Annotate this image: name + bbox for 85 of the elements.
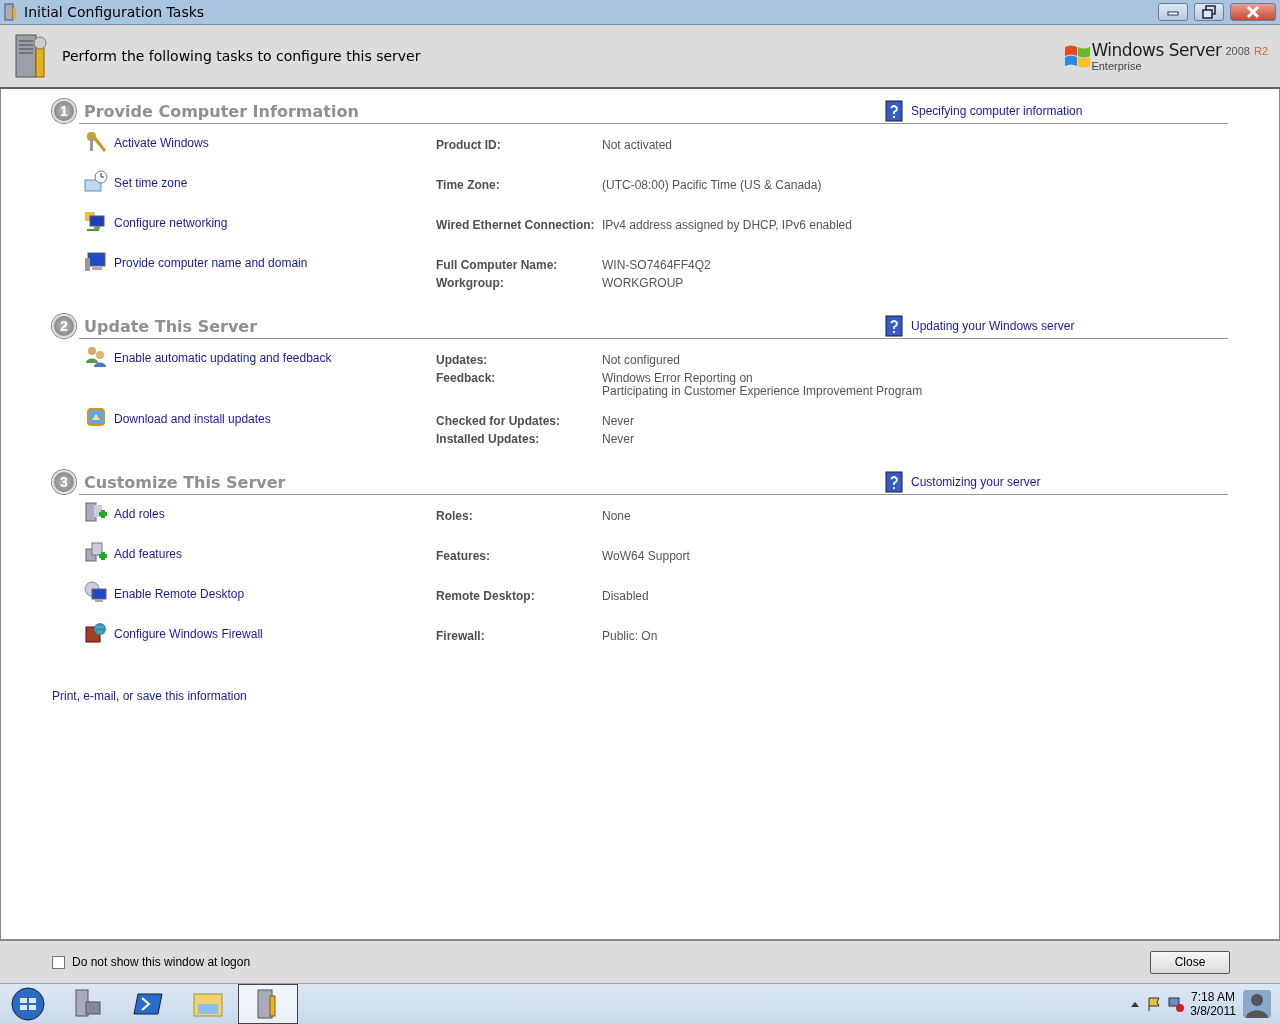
restore-button[interactable]	[1194, 3, 1224, 21]
info-label: Full Computer Name:	[436, 257, 559, 274]
flag-icon[interactable]	[1146, 996, 1163, 1012]
info-value: IPv4 address assigned by DHCP, IPv6 enabled	[602, 217, 853, 234]
task-link[interactable]: Provide computer name and domain	[114, 256, 308, 270]
restore-icon	[1202, 5, 1216, 19]
info-value: Not configured	[602, 352, 682, 369]
info-value: Not activated	[602, 137, 674, 154]
clock-icon	[84, 170, 108, 194]
firewall-icon	[84, 621, 108, 645]
info-value: WORKGROUP	[602, 275, 685, 292]
print-link[interactable]: Print, e-mail, or save this information	[52, 689, 247, 703]
task-link[interactable]: Set time zone	[114, 176, 188, 190]
task-link[interactable]: Add features	[114, 547, 183, 561]
window-title: Initial Configuration Tasks	[24, 4, 206, 20]
section-title: Provide Computer Information	[84, 101, 360, 121]
info-label: Remote Desktop:	[436, 588, 536, 605]
info-label: Roles:	[436, 508, 474, 525]
remote-icon	[84, 581, 108, 605]
taskbar-button[interactable]	[238, 984, 298, 1024]
info-value: Windows Error Reporting on	[602, 370, 754, 386]
info-label: Features:	[436, 548, 492, 565]
info-label: Installed Updates:	[436, 431, 541, 448]
task-link[interactable]: Enable automatic updating and feedback	[114, 351, 332, 365]
info-value: Participating in Customer Experience Improvement Program	[602, 384, 924, 400]
info-label: Workgroup:	[436, 275, 505, 292]
minimize-button[interactable]	[1158, 3, 1188, 21]
network-warning-icon[interactable]	[1168, 996, 1185, 1012]
features-icon	[84, 541, 108, 565]
task-link[interactable]: Configure networking	[114, 216, 228, 230]
checkbox[interactable]	[52, 955, 65, 969]
info-value: WIN-SO7464FF4Q2	[602, 257, 712, 274]
info-value: None	[602, 508, 632, 525]
info-value: WoW64 Support	[602, 548, 691, 565]
key-icon	[84, 130, 108, 154]
show-hidden-icons-arrow-icon[interactable]	[1130, 1000, 1141, 1008]
section-title: Customize This Server	[84, 472, 287, 492]
section-title: Update This Server	[84, 316, 259, 336]
user-avatar-icon[interactable]	[1242, 989, 1272, 1019]
clock-date: 3/8/2011	[1190, 1004, 1236, 1018]
app-icon	[4, 3, 18, 21]
help-link[interactable]: Updating your Windows server	[911, 319, 1075, 333]
close-window-button[interactable]	[1230, 3, 1276, 21]
header-text: Perform the following tasks to configure this server	[62, 48, 422, 64]
help-link[interactable]: Specifying computer information	[911, 104, 1083, 118]
step-number: 2	[52, 314, 76, 338]
roles-icon	[84, 501, 108, 525]
help-book-icon	[885, 315, 903, 337]
info-value: (UTC-08:00) Pacific Time (US & Canada)	[602, 177, 823, 194]
server-tools-icon	[14, 31, 48, 81]
info-value: Disabled	[602, 588, 650, 605]
computer-icon	[84, 250, 108, 274]
help-book-icon	[885, 100, 903, 122]
task-link[interactable]: Add roles	[114, 507, 165, 521]
network-icon	[84, 210, 108, 234]
brand-release: R2	[1253, 45, 1268, 57]
task-link[interactable]: Enable Remote Desktop	[114, 587, 245, 601]
help-book-icon	[885, 471, 903, 493]
info-value: Public: On	[602, 628, 659, 645]
task-link[interactable]: Download and install updates	[114, 412, 271, 426]
task-link[interactable]: Configure Windows Firewall	[114, 627, 263, 641]
windows-flag-logo	[1063, 43, 1092, 69]
info-value: Never	[602, 413, 635, 430]
brand-name: Windows Server	[1091, 40, 1222, 60]
info-value: Never	[602, 431, 635, 448]
info-label: Wired Ethernet Connection:	[436, 217, 596, 234]
step-number: 1	[52, 99, 76, 123]
close-button[interactable]: Close	[1150, 950, 1230, 974]
info-label: Updates:	[436, 352, 489, 369]
server-icon	[72, 988, 104, 1020]
users-icon	[84, 345, 108, 369]
help-link[interactable]: Customizing your server	[911, 475, 1041, 489]
clock-time: 7:18 AM	[1190, 990, 1236, 1004]
info-label: Feedback:	[436, 370, 497, 387]
brand-version: 2008	[1225, 45, 1250, 57]
brand-edition: Enterprise	[1091, 60, 1143, 72]
info-label: Checked for Updates:	[436, 413, 562, 430]
checkbox-label[interactable]: Do not show this window at logon	[72, 955, 1150, 969]
info-label: Firewall:	[436, 628, 486, 645]
step-number: 3	[52, 470, 76, 494]
info-label: Time Zone:	[436, 177, 501, 194]
task-link[interactable]: Activate Windows	[114, 136, 209, 150]
close-icon	[1246, 6, 1260, 18]
minimize-icon	[1167, 8, 1179, 16]
info-label: Product ID:	[436, 137, 502, 154]
